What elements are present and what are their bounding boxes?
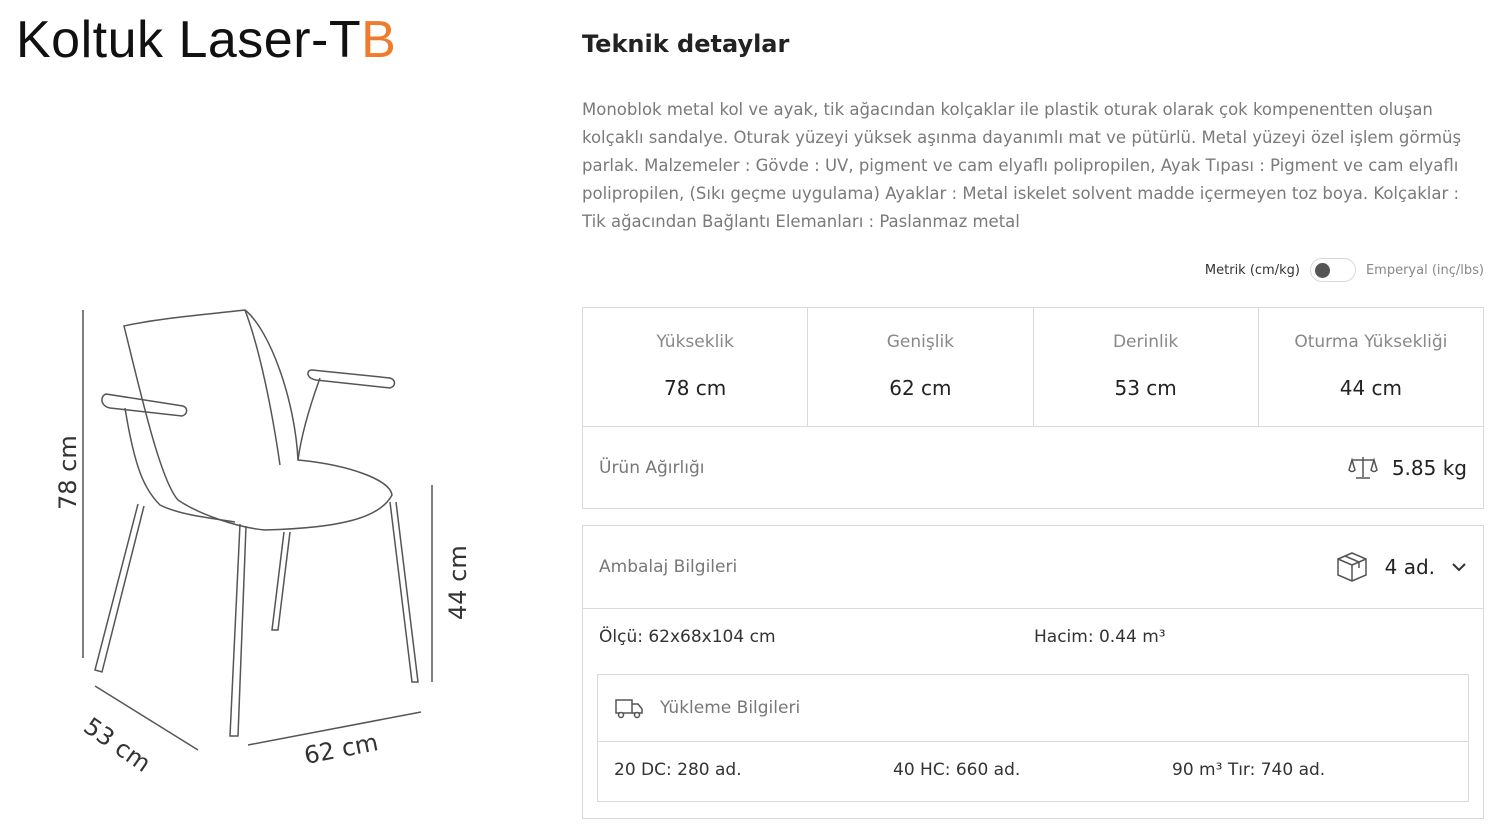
- dim-value: 44 cm: [1339, 376, 1403, 400]
- right-armrest: [307, 369, 396, 389]
- packaging-header[interactable]: Ambalaj Bilgileri 4 ad.: [583, 526, 1483, 609]
- chair-shell: [123, 309, 393, 531]
- seat-height-dimension-label: 44 cm: [444, 545, 472, 620]
- product-description: Monoblok metal kol ve ayak, tik ağacında…: [582, 100, 1462, 231]
- dim-label: Oturma Yüksekliği: [1294, 332, 1448, 352]
- chevron-down-icon[interactable]: [1451, 562, 1467, 572]
- loading-40hc: 40 HC: 660 ad.: [893, 760, 1021, 780]
- product-title: Koltuk Laser-TB: [16, 10, 396, 70]
- dim-value: 78 cm: [663, 376, 727, 400]
- metric-label[interactable]: Metrik (cm/kg): [1205, 263, 1300, 278]
- loading-label: Yükleme Bilgileri: [660, 698, 801, 718]
- packaging-label: Ambalaj Bilgileri: [599, 557, 738, 577]
- dim-value: 62 cm: [889, 376, 952, 400]
- dim-label: Genişlik: [886, 332, 955, 352]
- dim-height: Yükseklik 78 cm: [583, 308, 809, 426]
- weight-value: 5.85 kg: [1391, 455, 1467, 480]
- height-dimension-label: 78 cm: [54, 435, 82, 510]
- dim-label: Yükseklik: [656, 332, 734, 352]
- packaging-measure: Ölçü: 62x68x104 cm: [599, 627, 776, 647]
- left-arm-frame: [124, 407, 236, 523]
- product-title-main: Koltuk Laser-T: [16, 11, 362, 69]
- section-title: Teknik detaylar: [582, 30, 790, 58]
- unit-switch[interactable]: [1309, 258, 1356, 282]
- loading-panel: Yükleme Bilgileri 20 DC: 280 ad. 40 HC: …: [597, 674, 1469, 802]
- unit-toggle: Metrik (cm/kg) Emperyal (inç/lbs): [1205, 258, 1484, 282]
- chair-dimension-drawing: 78 cm 44 cm 53 cm 62 cm: [40, 290, 500, 790]
- back-right-leg: [389, 501, 419, 683]
- loading-90m3: 90 m³ Tır: 740 ad.: [1172, 760, 1326, 780]
- width-dimension-label: 62 cm: [302, 728, 381, 770]
- product-title-accent: B: [361, 11, 397, 69]
- scale-icon: [1347, 456, 1378, 479]
- loading-header: Yükleme Bilgileri: [598, 675, 1468, 742]
- dim-seat-height: Oturma Yüksekliği 44 cm: [1259, 308, 1483, 426]
- back-left-leg: [271, 531, 291, 631]
- box-icon: [1336, 552, 1367, 582]
- chair-line-drawing: 78 cm 44 cm 53 cm 62 cm: [54, 309, 472, 778]
- dim-value: 53 cm: [1114, 376, 1177, 400]
- depth-dimension-label: 53 cm: [79, 712, 156, 778]
- dim-width: Genişlik 62 cm: [808, 308, 1034, 426]
- front-right-leg: [229, 523, 247, 737]
- packaging-panel: Ambalaj Bilgileri 4 ad. Ölçü: 62x68x104 …: [582, 525, 1484, 819]
- packaging-volume: Hacim: 0.44 m³: [1034, 627, 1166, 647]
- front-left-leg: [94, 503, 145, 673]
- dim-depth: Derinlik 53 cm: [1034, 308, 1259, 426]
- packaging-info: Ölçü: 62x68x104 cm Hacim: 0.44 m³: [583, 609, 1483, 647]
- imperial-label[interactable]: Emperyal (inç/lbs): [1366, 263, 1484, 278]
- truck-icon: [615, 699, 643, 719]
- weight-row: Ürün Ağırlığı 5.85 kg: [582, 426, 1484, 509]
- right-arm-frame: [297, 377, 321, 461]
- loading-rows: 20 DC: 280 ad. 40 HC: 660 ad. 90 m³ Tır:…: [598, 742, 1468, 780]
- dim-label: Derinlik: [1112, 332, 1179, 352]
- shell-edge: [244, 309, 281, 466]
- switch-knob: [1314, 263, 1330, 278]
- weight-label: Ürün Ağırlığı: [599, 457, 705, 478]
- packaging-value: 4 ad.: [1384, 555, 1435, 579]
- loading-20dc: 20 DC: 280 ad.: [614, 760, 742, 780]
- dimensions-table: Yükseklik 78 cm Genişlik 62 cm Derinlik …: [582, 307, 1484, 427]
